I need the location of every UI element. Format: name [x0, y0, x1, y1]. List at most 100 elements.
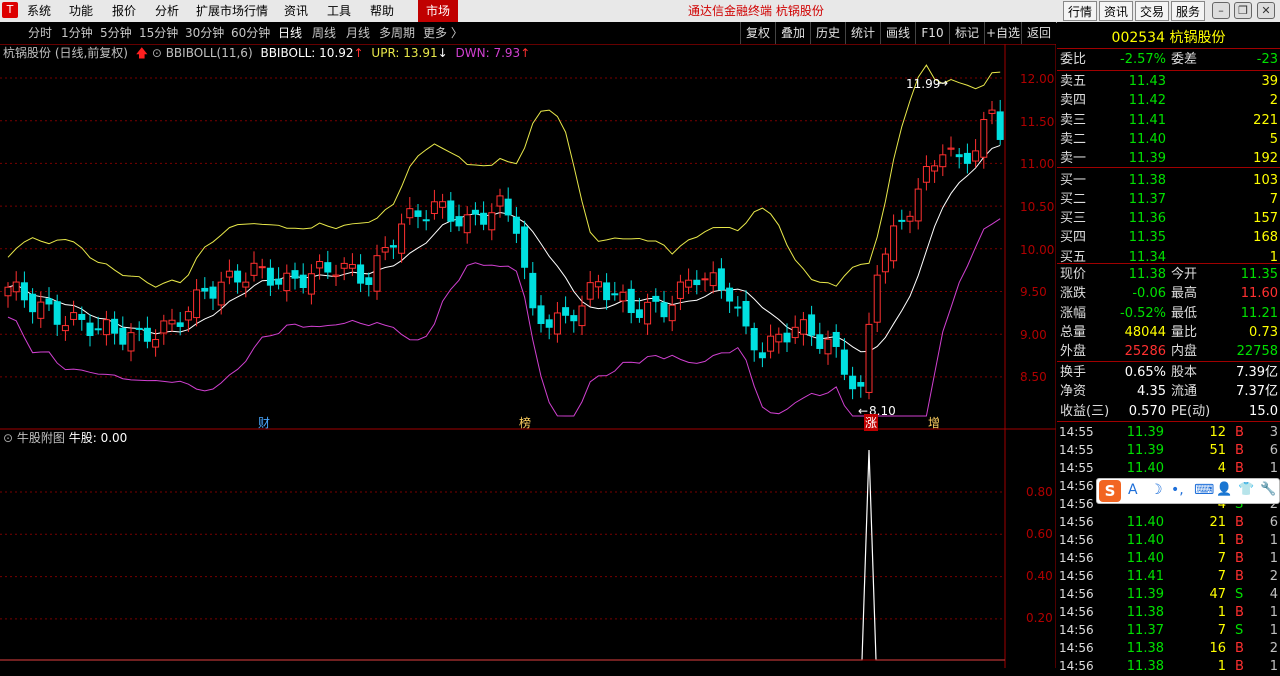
adjust-button[interactable]: 复权 [740, 22, 775, 44]
menu-item-market[interactable]: 市场 [418, 0, 459, 22]
tick-price: 11.40 [1126, 551, 1164, 566]
sub-tick: 0.80 [1026, 485, 1053, 499]
menu-item-quote[interactable]: 报价 [112, 0, 136, 22]
period-tab-monthly[interactable]: 月线 [346, 22, 370, 44]
f10-button[interactable]: F10 [915, 22, 949, 44]
candle [857, 382, 865, 387]
candle [849, 375, 857, 390]
ask-price[interactable]: 11.43 [1110, 72, 1166, 91]
candle [463, 214, 471, 234]
kline-chart[interactable] [0, 44, 1056, 668]
menu-item-extended-market[interactable]: 扩展市场行情 [196, 0, 268, 22]
tick-count: 3 [1269, 425, 1278, 440]
sogou-logo-icon[interactable]: S [1099, 480, 1121, 502]
period-tab-1min[interactable]: 1分钟 [61, 22, 93, 44]
close-icon[interactable]: ✕ [1257, 2, 1275, 19]
price-tick: 11.50 [1020, 115, 1055, 129]
candle [767, 335, 775, 352]
tick-count: 2 [1269, 641, 1278, 656]
ime-keyboard-icon[interactable]: ⌨ [1194, 482, 1214, 498]
bid-price[interactable]: 11.38 [1110, 171, 1166, 190]
period-tab-15min[interactable]: 15分钟 [139, 22, 178, 44]
indicator-name[interactable]: BBIBOLL(11,6) [166, 46, 253, 60]
tick-direction: S [1235, 623, 1244, 638]
stat-label: 换手 [1060, 365, 1087, 380]
candle [225, 270, 233, 278]
ime-settings-icon[interactable]: 🔧 [1260, 482, 1276, 497]
bid-level-label: 买四 [1060, 230, 1087, 246]
sub-indicator-dropdown-icon[interactable]: ⊙ [3, 431, 13, 445]
ime-halfwidth-icon[interactable]: ☽ [1150, 482, 1163, 498]
period-tab-more[interactable]: 更多 〉 [423, 22, 463, 44]
tick-price: 11.41 [1126, 569, 1164, 584]
ime-skin-icon[interactable]: 👕 [1238, 482, 1254, 497]
ask-price[interactable]: 11.42 [1110, 91, 1166, 110]
back-button[interactable]: 返回 [1021, 22, 1056, 44]
event-marker-limitup[interactable]: 涨 [864, 414, 879, 431]
ime-mode-icon[interactable]: A [1128, 482, 1138, 498]
candle [201, 287, 209, 292]
bid-price[interactable]: 11.37 [1110, 190, 1166, 209]
candle [726, 287, 734, 302]
tick-time: 14:56 [1059, 605, 1094, 619]
menu-item-help[interactable]: 帮助 [370, 0, 394, 22]
candle [439, 201, 447, 208]
menu-item-function[interactable]: 功能 [69, 0, 93, 22]
menu-item-news[interactable]: 资讯 [284, 0, 308, 22]
candle [414, 210, 422, 217]
service-button[interactable]: 服务 [1171, 1, 1205, 21]
ime-punctuation-icon[interactable]: •, [1171, 482, 1184, 498]
bid-volume: 7 [1269, 191, 1278, 207]
candle [217, 281, 225, 306]
draw-line-button[interactable]: 画线 [880, 22, 915, 44]
candle [504, 198, 512, 216]
menu-item-tools[interactable]: 工具 [327, 0, 351, 22]
stat-label: 最高 [1171, 286, 1198, 302]
period-tab-60min[interactable]: 60分钟 [231, 22, 270, 44]
ask-price[interactable]: 11.41 [1110, 111, 1166, 130]
period-tab-daily[interactable]: 日线 [278, 22, 302, 44]
candle [783, 332, 791, 343]
period-tab-30min[interactable]: 30分钟 [185, 22, 224, 44]
period-tab-5min[interactable]: 5分钟 [100, 22, 132, 44]
quote-button[interactable]: 行情 [1063, 1, 1097, 21]
tick-count: 6 [1269, 443, 1278, 458]
candle [701, 278, 709, 281]
candle [168, 319, 176, 325]
overlay-button[interactable]: 叠加 [775, 22, 810, 44]
news-button[interactable]: 资讯 [1099, 1, 1133, 21]
candle [898, 219, 906, 222]
event-marker-finance[interactable]: 财 [258, 414, 270, 431]
candle [365, 277, 373, 285]
history-button[interactable]: 历史 [810, 22, 845, 44]
stat-label: 最低 [1171, 305, 1198, 321]
bid-price[interactable]: 11.35 [1110, 228, 1166, 247]
bid-price[interactable]: 11.36 [1110, 209, 1166, 228]
menu-item-system[interactable]: 系统 [27, 0, 51, 22]
period-tab-weekly[interactable]: 周线 [312, 22, 336, 44]
period-tab-timeshare[interactable]: 分时 [28, 22, 52, 44]
period-tab-multi[interactable]: 多周期 [379, 22, 415, 44]
ask-price[interactable]: 11.39 [1110, 149, 1166, 168]
candle [373, 255, 381, 292]
candle [742, 300, 750, 327]
statistics-button[interactable]: 统计 [845, 22, 880, 44]
tick-time: 14:56 [1059, 641, 1094, 655]
ask-price[interactable]: 11.40 [1110, 130, 1166, 149]
mark-button[interactable]: 标记 [949, 22, 984, 44]
sub-tick: 0.40 [1026, 569, 1053, 583]
dwn-value: DWN: 7.93 [455, 46, 521, 60]
sub-chart-title[interactable]: 牛股附图 [17, 431, 65, 445]
trade-button[interactable]: 交易 [1135, 1, 1169, 21]
event-marker-increase[interactable]: 增 [928, 414, 940, 431]
event-marker-list[interactable]: 榜 [519, 414, 531, 431]
indicator-dropdown-icon[interactable]: ⊙ [152, 46, 162, 60]
minimize-icon[interactable]: – [1212, 2, 1230, 19]
tick-time: 14:55 [1059, 461, 1094, 475]
add-watchlist-button[interactable]: +自选 [984, 22, 1021, 44]
tick-price: 11.38 [1126, 605, 1164, 620]
ime-user-icon[interactable]: 👤 [1216, 482, 1232, 497]
restore-icon[interactable]: ❐ [1234, 2, 1252, 19]
tick-volume: 7 [1217, 551, 1226, 566]
menu-item-analysis[interactable]: 分析 [155, 0, 179, 22]
